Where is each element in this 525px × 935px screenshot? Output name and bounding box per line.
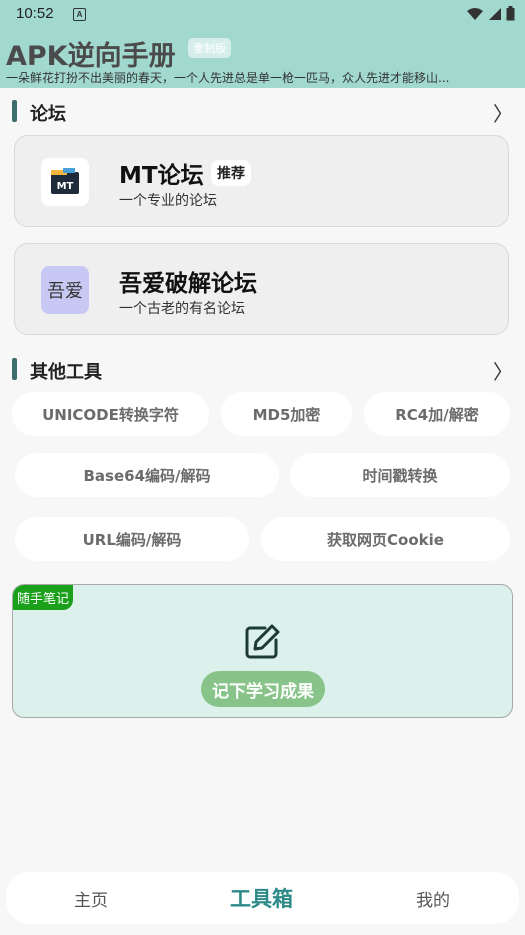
record-learning-button[interactable]: 记下学习成果 [201,671,325,707]
marquee-text: 一朵鲜花打扮不出美丽的春天，一个人先进总是单一枪一匹马，众人先进才能移山... [6,71,450,85]
signal-icon [489,7,501,20]
recommend-badge: 推荐 [211,160,251,186]
url-tool-chip[interactable]: URL编码/解码 [15,517,249,561]
edit-icon[interactable] [243,623,281,661]
app-title: APK逆向手册 [6,41,176,72]
chevron-right-icon[interactable]: 〉 [493,98,513,127]
mt-forum-desc: 一个专业的论坛 [119,193,217,209]
quick-note-tag: 随手笔记 [13,585,74,610]
md5-tool-chip[interactable]: MD5加密 [221,392,352,436]
mt-forum-name: MT论坛 [119,163,204,189]
section-marker [12,358,17,380]
status-time: 10:52 [16,5,54,22]
52pojie-forum-name: 吾爱破解论坛 [119,271,257,297]
bottom-nav: 主页 工具箱 我的 [6,872,519,924]
forum-section-title: 论坛 [30,104,66,125]
battery-icon [506,6,515,21]
mt-logo-text: MT [57,181,74,192]
mt-forum-card[interactable]: MT MT论坛 推荐 一个专业的论坛 [14,135,509,227]
52pojie-logo-icon: 吾爱 [41,266,89,314]
top-header: 10:52 A APK逆向手册 重制版 一朵鲜花打扮不出美丽的春天，一个人先进总… [0,0,525,88]
status-icons [466,6,515,21]
52pojie-forum-desc: 一个古老的有名论坛 [119,301,245,317]
edition-badge: 重制版 [188,38,231,58]
cookie-tool-chip[interactable]: 获取网页Cookie [261,517,510,561]
rc4-tool-chip[interactable]: RC4加/解密 [364,392,510,436]
nav-mine[interactable]: 我的 [416,886,450,911]
quick-note-card[interactable]: 随手笔记 记下学习成果 [12,584,513,718]
mt-logo-icon: MT [41,158,89,206]
wifi-icon [467,7,483,20]
notification-a-icon: A [73,8,86,21]
tools-section-title: 其他工具 [30,362,102,383]
52pojie-forum-card[interactable]: 吾爱 吾爱破解论坛 一个古老的有名论坛 [14,243,509,335]
base64-tool-chip[interactable]: Base64编码/解码 [15,453,279,497]
unicode-tool-chip[interactable]: UNICODE转换字符 [12,392,209,436]
chevron-right-icon[interactable]: 〉 [493,356,513,385]
tools-section-header[interactable]: 其他工具 〉 [0,354,525,384]
forum-section-header[interactable]: 论坛 〉 [0,96,525,126]
nav-home[interactable]: 主页 [74,886,108,911]
timestamp-tool-chip[interactable]: 时间戳转换 [290,453,510,497]
section-marker [12,100,17,122]
nav-tools[interactable]: 工具箱 [230,883,293,913]
